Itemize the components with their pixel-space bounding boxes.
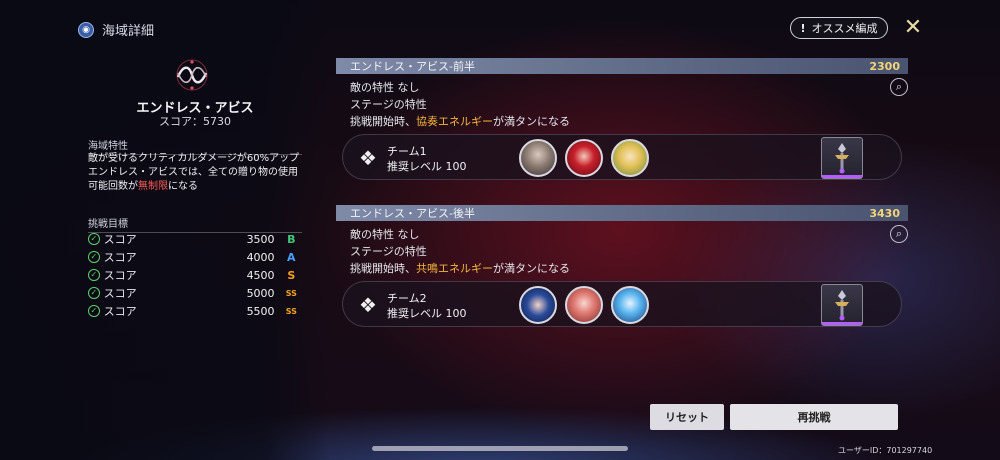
recommend-team-button[interactable]: ! オススメ編成 <box>790 17 888 39</box>
character-avatar[interactable] <box>611 139 649 177</box>
goal-value: 5000 <box>246 286 275 300</box>
features-text: 敵が受けるクリティカルダメージが60%アップ エンドレス・アビスでは、全ての贈り… <box>88 152 318 194</box>
character-avatar[interactable] <box>611 286 649 324</box>
rank-ss-icon: SS <box>285 288 297 298</box>
check-icon: ✓ <box>88 305 100 317</box>
sea-score: スコア：5730 <box>159 115 231 128</box>
stage-2-enemy-trait: 敵の特性 なし <box>350 228 420 241</box>
goal-value: 4500 <box>246 268 275 282</box>
stage-1-effect-highlight: 協奏エネルギー <box>416 115 493 128</box>
stage-2-stage-trait: ステージの特性 <box>350 245 427 258</box>
stage-2-effect-highlight: 共鳴エネルギー <box>416 262 493 275</box>
character-avatar[interactable] <box>565 139 603 177</box>
stage-1-title: エンドレス・アビス-前半 <box>350 60 475 73</box>
weapon-icon[interactable] <box>821 284 863 326</box>
page-title-text: 海域詳細 <box>102 24 155 39</box>
close-icon[interactable]: ✕ <box>902 17 924 39</box>
stage-1-enemy-trait: 敵の特性 なし <box>350 81 420 94</box>
check-icon: ✓ <box>88 269 100 281</box>
abyss-emblem-icon <box>168 55 216 95</box>
search-icon[interactable]: ⌕ <box>890 78 908 96</box>
stage-1-effect-suffix: が満タンになる <box>493 115 570 128</box>
search-icon[interactable]: ⌕ <box>890 225 908 243</box>
feature-line-2: エンドレス・アビスでは、全ての贈り物の使用 <box>88 167 298 178</box>
stage-2-effect-prefix: 挑戦開始時、 <box>350 262 416 275</box>
globe-icon: ◉ <box>78 21 94 38</box>
goal-label: スコア <box>103 269 137 282</box>
page-title: ◉ 海域詳細 <box>78 20 154 39</box>
feature-line-3: 可能回数が無制限になる <box>88 180 318 194</box>
goal-label: スコア <box>103 287 137 300</box>
team-2-card[interactable]: ❖ チーム2 推奨レベル 100 <box>342 281 902 327</box>
goal-row: ✓ スコア 5500 SS <box>88 303 298 319</box>
goal-value: 3500 <box>246 232 275 246</box>
rank-s-icon: S <box>287 268 296 282</box>
exclamation-icon: ! <box>800 21 806 35</box>
stage-1-header: エンドレス・アビス-前半 2300 <box>336 58 908 74</box>
stage-2-title: エンドレス・アビス-後半 <box>350 207 475 220</box>
retry-button[interactable]: 再挑戦 <box>730 404 898 430</box>
rank-ss-icon: SS <box>285 306 297 316</box>
check-icon: ✓ <box>88 287 100 299</box>
team-formation-icon: ❖ <box>359 293 377 317</box>
stage-1-score: 2300 <box>869 59 900 73</box>
character-avatar[interactable] <box>519 286 557 324</box>
stage-2-score: 3430 <box>869 206 900 220</box>
stage-2-header: エンドレス・アビス-後半 3430 <box>336 205 908 221</box>
feature-highlight: 無制限 <box>138 181 168 192</box>
character-avatar[interactable] <box>565 286 603 324</box>
team-1-level: 推奨レベル 100 <box>387 160 467 173</box>
recommend-team-label: オススメ編成 <box>811 22 878 35</box>
stage-1-effect: 挑戦開始時、協奏エネルギーが満タンになる <box>350 113 570 129</box>
stage-2-effect: 挑戦開始時、共鳴エネルギーが満タンになる <box>350 260 570 276</box>
rank-b-icon: B <box>287 232 296 246</box>
user-id: ユーザーID：701297740 <box>838 446 933 455</box>
team-formation-icon: ❖ <box>359 146 377 170</box>
goal-value: 4000 <box>246 250 275 264</box>
rank-a-icon: A <box>287 250 296 264</box>
stage-2-effect-suffix: が満タンになる <box>493 262 570 275</box>
goal-label: スコア <box>103 233 137 246</box>
team-2-level: 推奨レベル 100 <box>387 307 467 320</box>
weapon-icon[interactable] <box>821 137 863 179</box>
goal-row: ✓ スコア 4500 S <box>88 267 298 283</box>
home-indicator[interactable] <box>372 446 628 451</box>
stage-1-stage-trait: ステージの特性 <box>350 98 427 111</box>
goal-row: ✓ スコア 5000 SS <box>88 285 298 301</box>
goal-label: スコア <box>103 251 137 264</box>
feature-line-3-suffix: になる <box>168 181 198 192</box>
stage-1-effect-prefix: 挑戦開始時、 <box>350 115 416 128</box>
check-icon: ✓ <box>88 251 100 263</box>
goal-value: 5500 <box>246 304 275 318</box>
goal-label: スコア <box>103 305 137 318</box>
character-avatar[interactable] <box>519 139 557 177</box>
goal-row: ✓ スコア 4000 A <box>88 249 298 265</box>
feature-line-1: 敵が受けるクリティカルダメージが60%アップ <box>88 153 300 164</box>
team-2-name: チーム2 <box>387 292 427 305</box>
reset-button[interactable]: リセット <box>650 404 724 430</box>
feature-line-3-prefix: 可能回数が <box>88 181 138 192</box>
check-icon: ✓ <box>88 233 100 245</box>
team-1-card[interactable]: ❖ チーム1 推奨レベル 100 <box>342 134 902 180</box>
goal-row: ✓ スコア 3500 B <box>88 231 298 247</box>
team-1-name: チーム1 <box>387 145 427 158</box>
